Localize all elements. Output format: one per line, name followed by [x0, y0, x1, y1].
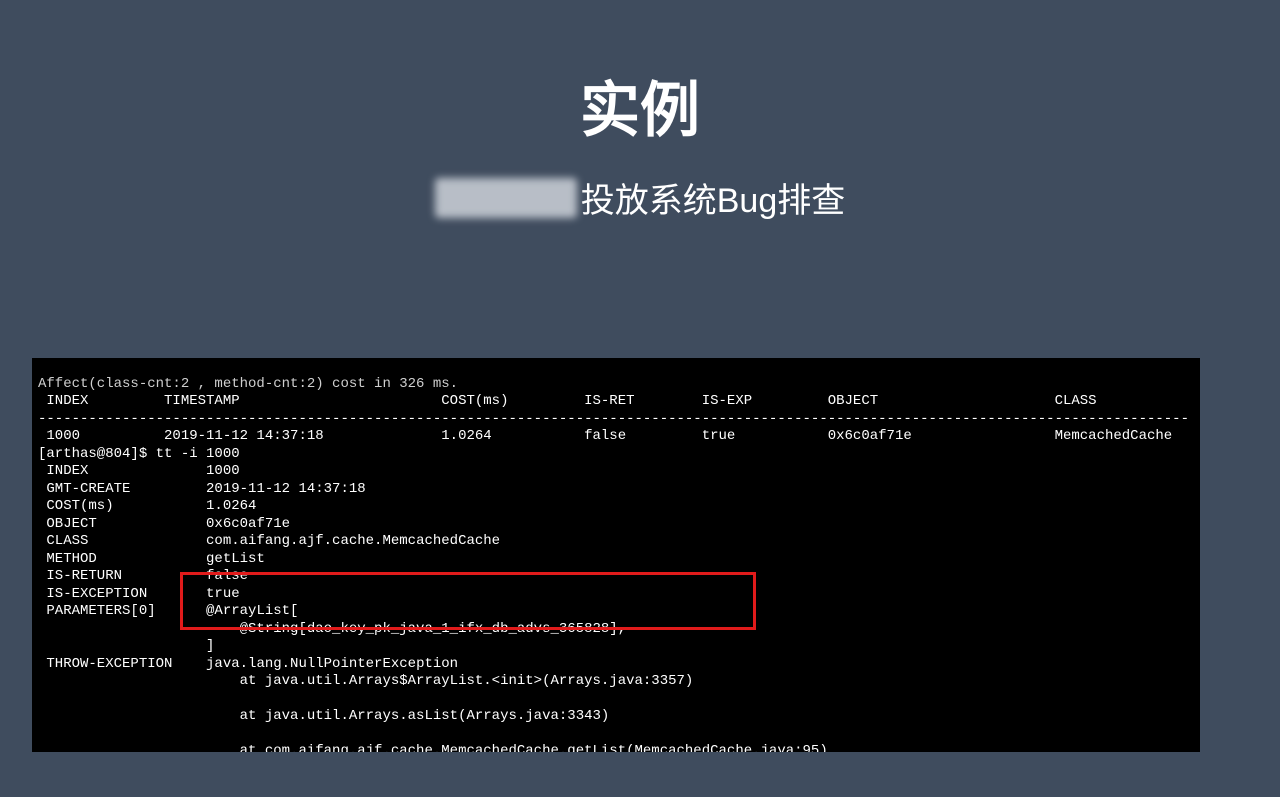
detail-row-isreturn: IS-RETURN false — [38, 568, 248, 584]
table-row: 1000 2019-11-12 14:37:18 1.0264 false tr… — [38, 428, 1172, 444]
terminal-output: Affect(class-cnt:2 , method-cnt:2) cost … — [32, 358, 1200, 752]
detail-row-params-2: ] — [38, 638, 214, 654]
header-divider: ----------------------------------------… — [38, 411, 1189, 427]
redacted-block — [435, 178, 577, 218]
detail-row-class: CLASS com.aifang.ajf.cache.MemcachedCach… — [38, 533, 500, 549]
detail-row-cost: COST(ms) 1.0264 — [38, 498, 256, 514]
affect-line: Affect(class-cnt:2 , method-cnt:2) cost … — [38, 376, 458, 392]
subtitle-text: 投放系统Bug排查 — [581, 173, 846, 222]
detail-row-throw-1: at java.util.Arrays$ArrayList.<init>(Arr… — [38, 673, 693, 689]
detail-row-gmt: GMT-CREATE 2019-11-12 14:37:18 — [38, 481, 366, 497]
detail-row-throw-2: at java.util.Arrays.asList(Arrays.java:3… — [38, 708, 609, 724]
detail-row-throw-0: THROW-EXCEPTION java.lang.NullPointerExc… — [38, 656, 458, 672]
detail-row-object: OBJECT 0x6c0af71e — [38, 516, 290, 532]
detail-row-isexception: IS-EXCEPTION true — [38, 586, 240, 602]
table-header: INDEX TIMESTAMP COST(ms) IS-RET IS-EXP O… — [38, 393, 1097, 409]
prompt-line: [arthas@804]$ tt -i 1000 — [38, 446, 240, 462]
detail-row-method: METHOD getList — [38, 551, 265, 567]
detail-row-params-1: @String[dao_key_pk_java_1_ifx_db_advs_36… — [38, 621, 626, 637]
blank-line — [38, 691, 46, 707]
blank-line — [38, 726, 46, 742]
detail-row-throw-3: at com.aifang.ajf.cache.MemcachedCache.g… — [38, 743, 828, 752]
detail-row-index: INDEX 1000 — [38, 463, 240, 479]
slide-title: 实例 — [0, 62, 1280, 149]
detail-row-params-0: PARAMETERS[0] @ArrayList[ — [38, 603, 298, 619]
slide-subtitle: 投放系统Bug排查 — [0, 173, 1280, 222]
